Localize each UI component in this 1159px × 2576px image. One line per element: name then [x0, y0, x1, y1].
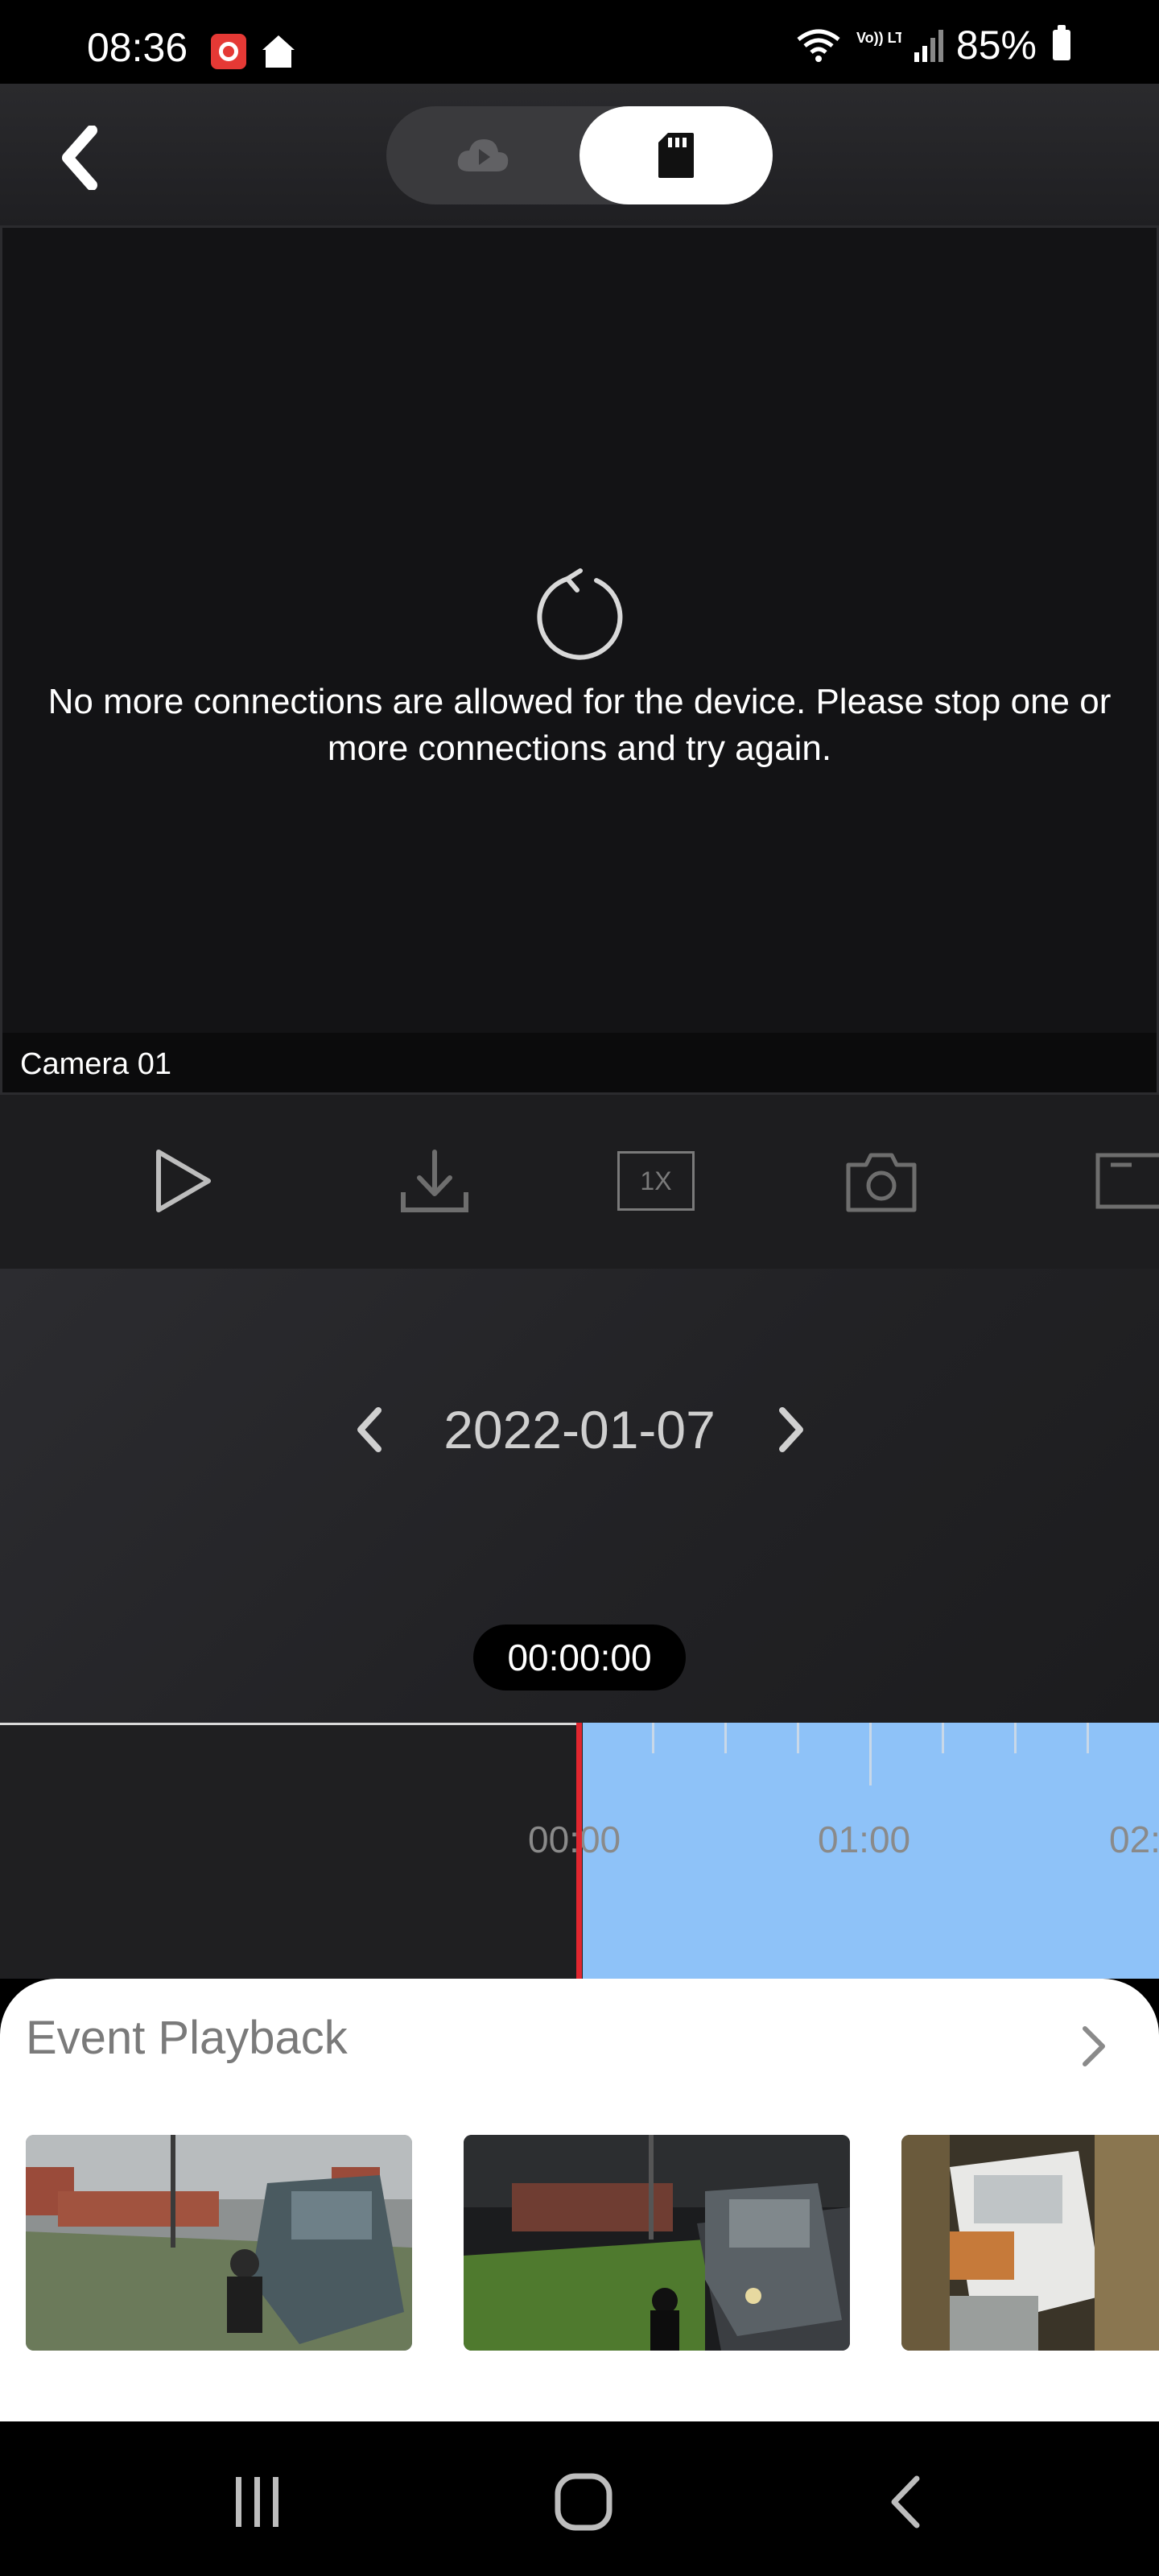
speed-button[interactable]: 1X	[612, 1137, 700, 1225]
back-nav-button[interactable]	[850, 2462, 963, 2542]
speed-label: 1X	[617, 1151, 695, 1211]
next-date-button[interactable]	[758, 1389, 823, 1470]
event-thumbnail[interactable]	[26, 2135, 412, 2351]
recents-button[interactable]	[201, 2462, 314, 2542]
cloud-play-icon	[457, 139, 509, 171]
current-date[interactable]: 2022-01-07	[419, 1389, 740, 1470]
home-button[interactable]	[527, 2462, 640, 2542]
back-button[interactable]	[45, 119, 113, 196]
current-time-indicator: 00:00:00	[473, 1624, 686, 1690]
camera-icon	[846, 1153, 917, 1212]
chevron-right-icon	[779, 1407, 803, 1452]
timeline-tick	[724, 1723, 727, 1753]
timeline-tick	[942, 1723, 944, 1753]
timeline-label: 02:	[1109, 1818, 1159, 1860]
chevron-left-icon	[357, 1407, 382, 1452]
timeline-tick	[1087, 1723, 1089, 1753]
home-icon	[262, 35, 295, 68]
timeline-tick	[869, 1723, 872, 1785]
event-playback-title[interactable]: Event Playback	[26, 2011, 348, 2065]
play-button[interactable]	[137, 1137, 225, 1225]
network-vo-text: Vo)) LTE1	[856, 30, 901, 46]
snapshot-button[interactable]	[837, 1137, 926, 1225]
status-time: 08:36	[87, 25, 188, 70]
refresh-icon[interactable]	[534, 568, 630, 664]
cloud-storage-tab[interactable]	[386, 106, 580, 204]
timeline-baseline	[0, 1723, 580, 1725]
status-bar: 08:36 Vo)) LTE1 85%	[0, 0, 1159, 84]
play-icon	[156, 1150, 211, 1212]
camera-app-icon	[211, 34, 246, 69]
back-chevron-icon	[62, 126, 97, 190]
previous-date-button[interactable]	[338, 1389, 402, 1470]
timeline-tick	[652, 1723, 654, 1753]
playhead[interactable]	[576, 1723, 582, 1979]
download-icon	[401, 1150, 468, 1212]
home-icon	[555, 2473, 612, 2531]
date-selector: 2022-01-07 00:00:00	[0, 1269, 1159, 1723]
camera-label-bar: Camera 01	[2, 1033, 1157, 1092]
system-nav-bar	[0, 2421, 1159, 2576]
timeline-label: 00:00	[528, 1818, 621, 1860]
back-icon	[891, 2475, 920, 2529]
event-thumbnail[interactable]	[464, 2135, 850, 2351]
playback-controls: 1X	[0, 1095, 1159, 1269]
network-type-icon: Vo)) LTE1	[856, 30, 901, 46]
wifi-icon	[797, 29, 840, 62]
fullscreen-icon	[1095, 1153, 1159, 1209]
status-right-group: Vo)) LTE1 85%	[795, 23, 1070, 68]
recents-icon	[236, 2477, 278, 2527]
header	[0, 84, 1159, 225]
signal-icon	[914, 30, 943, 62]
battery-icon	[1053, 25, 1070, 60]
timeline-label: 01:00	[818, 1818, 911, 1860]
connection-error-message: No more connections are allowed for the …	[47, 682, 1112, 768]
sd-card-icon	[658, 133, 694, 178]
battery-percent: 85%	[955, 23, 1037, 68]
timeline[interactable]: 00:00 01:00 02:	[0, 1723, 1159, 1979]
source-toggle	[386, 106, 773, 204]
camera-name: Camera 01	[20, 1047, 171, 1081]
sd-card-tab[interactable]	[580, 106, 773, 204]
chevron-right-icon[interactable]	[1074, 2021, 1114, 2072]
event-thumbnail[interactable]	[901, 2135, 1159, 2351]
fullscreen-button[interactable]	[1087, 1137, 1159, 1225]
download-button[interactable]	[390, 1137, 479, 1225]
event-playback-panel: Event Playback	[0, 1979, 1159, 2421]
timeline-tick	[1014, 1723, 1017, 1753]
timeline-tick	[797, 1723, 799, 1753]
video-player[interactable]: No more connections are allowed for the …	[0, 225, 1159, 1095]
